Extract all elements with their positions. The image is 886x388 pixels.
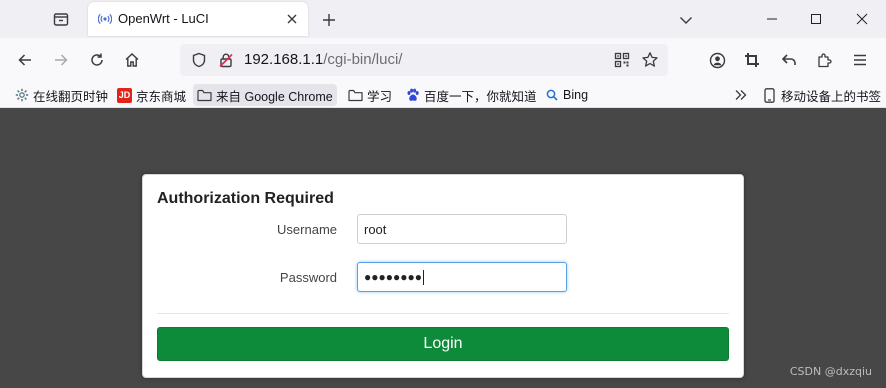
undo-button[interactable]: [775, 46, 803, 74]
new-tab-button[interactable]: [318, 9, 340, 31]
plus-icon: [323, 14, 335, 26]
reload-icon: [91, 53, 103, 66]
screenshot-crop-button[interactable]: [738, 46, 766, 74]
back-button[interactable]: [11, 46, 39, 74]
maximize-icon: [811, 14, 821, 24]
double-chevron-right-icon: [735, 90, 747, 100]
url-host: 192.168.1.1: [244, 51, 324, 68]
bookmark-label: 在线翻页时钟: [33, 89, 109, 104]
tab-strip: OpenWrt - LuCI: [0, 0, 886, 38]
maximize-button[interactable]: [794, 0, 838, 38]
bookmark-folder[interactable]: 学习: [344, 84, 396, 106]
account-button[interactable]: [703, 46, 731, 74]
home-button[interactable]: [118, 46, 146, 74]
extensions-button[interactable]: [810, 46, 838, 74]
folder-icon: [348, 88, 363, 103]
crop-icon: [745, 53, 759, 67]
page-content: Authorization Required Username root Pas…: [0, 108, 886, 388]
search-icon: [544, 88, 559, 103]
mobile-phone-icon: [762, 87, 777, 103]
qr-code-icon[interactable]: [613, 51, 631, 69]
window-close-button[interactable]: [840, 0, 884, 38]
insecure-lock-icon[interactable]: [217, 51, 235, 69]
list-all-tabs-button[interactable]: [676, 10, 696, 30]
form-divider: [157, 313, 729, 314]
radio-waves-icon: [98, 13, 112, 25]
tab-list-button[interactable]: [48, 6, 74, 32]
chevron-down-icon: [680, 17, 692, 24]
bookmark-label: 来自 Google Chrome: [216, 89, 333, 104]
gear-flower-icon: [14, 88, 29, 103]
username-value: root: [364, 221, 387, 237]
home-icon: [125, 53, 139, 67]
jd-logo-text: JD: [118, 90, 131, 100]
bookmark-folder[interactable]: 来自 Google Chrome: [193, 84, 337, 106]
minimize-icon: [767, 18, 777, 20]
bookmark-star-icon[interactable]: [641, 51, 659, 69]
folder-icon: [197, 88, 212, 103]
login-form: Authorization Required Username root Pas…: [142, 174, 744, 378]
bookmark-item[interactable]: JD 京东商城: [113, 84, 190, 106]
tab-list-icon: [53, 13, 69, 26]
text-caret: [422, 269, 424, 285]
login-title: Authorization Required: [157, 190, 334, 207]
arrow-left-icon: [18, 54, 31, 66]
active-tab[interactable]: OpenWrt - LuCI: [88, 2, 308, 36]
minimize-button[interactable]: [750, 0, 794, 38]
password-input[interactable]: ●●●●●●●●: [357, 262, 567, 292]
username-input[interactable]: root: [357, 214, 567, 244]
bookmark-label: Bing: [563, 88, 589, 102]
puzzle-icon: [817, 52, 832, 67]
url-text[interactable]: 192.168.1.1/cgi-bin/luci/: [244, 51, 402, 68]
close-icon: [856, 13, 868, 25]
bookmarks-toolbar: 在线翻页时钟 JD 京东商城 来自 Google Chrome 学习 百度一下，…: [0, 82, 886, 108]
password-label: Password: [279, 270, 337, 285]
tab-close-button[interactable]: [284, 11, 300, 27]
menu-button[interactable]: [846, 46, 874, 74]
bookmarks-overflow-button[interactable]: [733, 86, 749, 104]
hamburger-menu-icon: [854, 54, 866, 66]
bookmark-label: 学习: [367, 89, 393, 104]
close-icon: [287, 14, 297, 24]
url-path: /cgi-bin/luci/: [323, 51, 403, 68]
bookmark-item[interactable]: 在线翻页时钟: [10, 84, 112, 106]
mobile-bookmarks-folder[interactable]: 移动设备上的书签: [758, 84, 885, 106]
bookmark-item[interactable]: 百度一下，你就知道: [401, 84, 541, 106]
tab-title: OpenWrt - LuCI: [118, 11, 209, 26]
password-mask: ●●●●●●●●: [364, 270, 422, 284]
reload-button[interactable]: [83, 46, 111, 74]
login-button[interactable]: Login: [157, 327, 729, 361]
undo-arrow-icon: [781, 54, 796, 65]
address-bar[interactable]: 192.168.1.1/cgi-bin/luci/: [180, 44, 668, 76]
baidu-paw-icon: [405, 88, 420, 103]
bookmark-item[interactable]: Bing: [540, 84, 592, 106]
bookmark-label: 移动设备上的书签: [781, 89, 882, 104]
watermark: CSDN @dxzqiu: [789, 365, 872, 378]
bookmark-label: 百度一下，你就知道: [424, 89, 537, 104]
account-icon: [709, 52, 725, 68]
bookmark-label: 京东商城: [136, 89, 187, 104]
username-label: Username: [277, 222, 337, 237]
forward-button[interactable]: [47, 46, 75, 74]
shield-icon[interactable]: [190, 51, 208, 69]
navigation-toolbar: 192.168.1.1/cgi-bin/luci/: [0, 38, 886, 82]
jd-logo-icon: JD: [117, 87, 132, 103]
arrow-right-icon: [55, 54, 68, 66]
